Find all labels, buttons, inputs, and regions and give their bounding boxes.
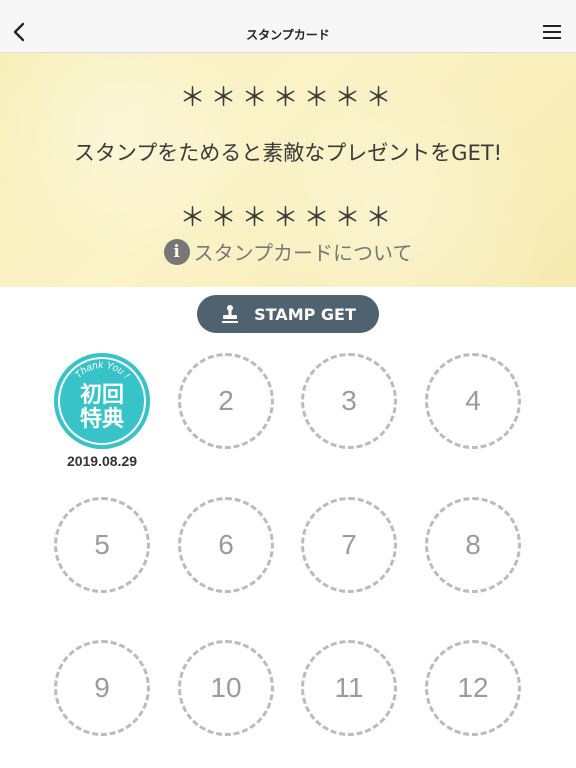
stamp-slot-8: 8 [425,497,521,593]
stamp-card-banner: ＊＊＊＊＊＊＊ スタンプをためると素敵なプレゼントをGET! ＊＊＊＊＊＊＊ i… [0,53,576,287]
stamp-get-label: STAMP GET [254,304,356,324]
stamp-get-button[interactable]: STAMP GET [197,295,379,333]
first-stamp-line1: 初回 [79,383,124,408]
stamp-slot-2: 2 [178,353,274,449]
info-icon: i [163,238,190,265]
about-stamp-card-link[interactable]: i スタンプカードについて [0,237,576,266]
stamp-slot-7: 7 [301,497,397,593]
stamp-slot-12: 12 [425,640,521,736]
header-bar: スタンプカード [0,0,576,53]
decorative-stars-bottom: ＊＊＊＊＊＊＊ [179,203,397,233]
first-stamp-line2: 特典 [79,407,124,432]
first-visit-stamp: Thank You ! 初回 特典 [54,353,150,449]
first-stamp-label: 初回 特典 [54,384,150,432]
stamp-slot-4: 4 [425,353,521,449]
svg-text:Thank You !: Thank You ! [73,360,131,381]
stamp-slot-5: 5 [54,497,150,593]
stamp-slot-6: 6 [178,497,274,593]
stamp-slot-3: 3 [301,353,397,449]
about-stamp-card-label: スタンプカードについて [193,241,413,265]
stamp-slot-10: 10 [178,640,274,736]
stamp-icon [222,305,239,323]
stamp-slot-9: 9 [54,640,150,736]
banner-tagline: スタンプをためると素敵なプレゼントをGET! [73,141,503,165]
hamburger-menu-icon[interactable] [536,20,568,44]
stamp-slot-11: 11 [301,640,397,736]
first-stamp-date: 2019.08.29 [66,453,138,469]
thank-you-text: Thank You ! [73,360,131,381]
page-title: スタンプカード [246,28,330,42]
decorative-stars-top: ＊＊＊＊＊＊＊ [179,83,397,113]
